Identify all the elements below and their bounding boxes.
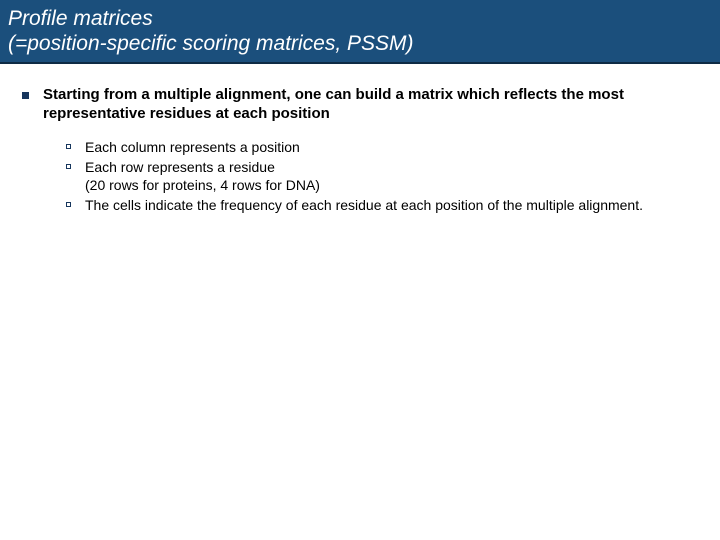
level2-text: The cells indicate the frequency of each…: [85, 196, 643, 214]
title-line-1: Profile matrices: [8, 6, 712, 31]
slide-header: Profile matrices (=position-specific sco…: [0, 0, 720, 64]
hollow-square-bullet-icon: [66, 202, 71, 207]
sub-bullet-list: Each column represents a position Each r…: [66, 138, 698, 215]
bullet-level2: Each row represents a residue(20 rows fo…: [66, 158, 698, 194]
square-bullet-icon: [22, 92, 29, 99]
level1-text: Starting from a multiple alignment, one …: [43, 86, 698, 124]
bullet-level1: Starting from a multiple alignment, one …: [22, 86, 698, 124]
title-line-2: (=position-specific scoring matrices, PS…: [8, 31, 712, 56]
bullet-level2: The cells indicate the frequency of each…: [66, 196, 698, 214]
hollow-square-bullet-icon: [66, 164, 71, 169]
hollow-square-bullet-icon: [66, 144, 71, 149]
bullet-level2: Each column represents a position: [66, 138, 698, 156]
level2-text: Each column represents a position: [85, 138, 300, 156]
level2-text: Each row represents a residue(20 rows fo…: [85, 158, 320, 194]
slide-body: Starting from a multiple alignment, one …: [0, 64, 720, 214]
